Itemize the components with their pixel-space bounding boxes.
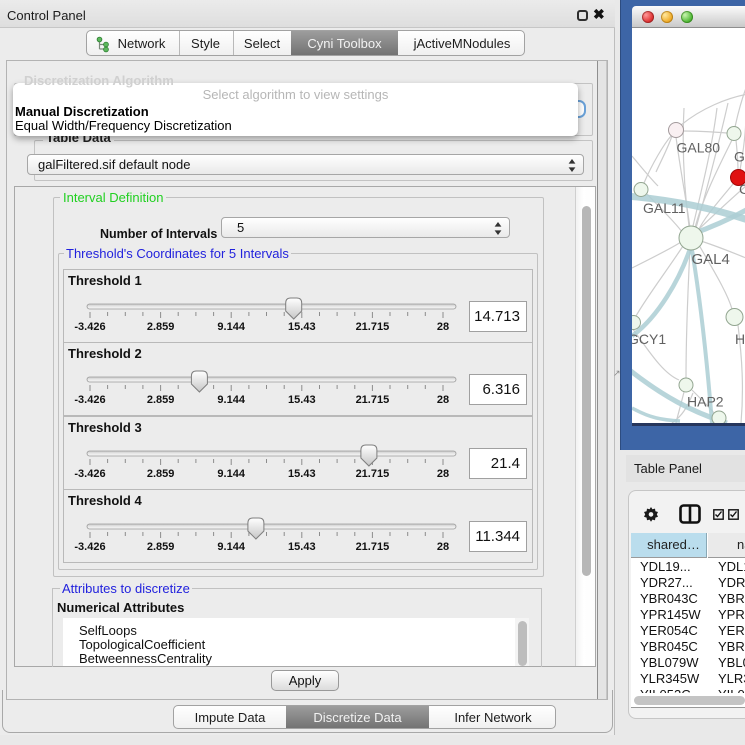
svg-text:28: 28 (437, 321, 449, 333)
svg-text:-3.426: -3.426 (74, 468, 105, 480)
svg-text:GAL11: GAL11 (643, 200, 686, 216)
svg-text:9.144: 9.144 (217, 468, 245, 480)
svg-text:Threshold 3: Threshold 3 (68, 420, 142, 435)
svg-text:9.144: 9.144 (217, 541, 245, 553)
svg-text:GAL4: GAL4 (692, 251, 730, 268)
svg-text:Threshold 1: Threshold 1 (68, 273, 142, 288)
svg-text:15.43: 15.43 (288, 468, 316, 480)
svg-text:15.43: 15.43 (288, 394, 316, 406)
svg-text:28: 28 (437, 468, 449, 480)
svg-text:9.144: 9.144 (217, 321, 245, 333)
svg-text:GAL80: GAL80 (677, 140, 721, 156)
svg-text:15.43: 15.43 (288, 541, 316, 553)
svg-text:Threshold 4: Threshold 4 (68, 493, 142, 508)
svg-text:GCY1: GCY1 (632, 331, 666, 347)
svg-text:GAL: GAL (734, 149, 745, 165)
svg-text:2.859: 2.859 (147, 468, 175, 480)
svg-text:21.715: 21.715 (356, 468, 390, 480)
svg-text:-3.426: -3.426 (74, 541, 105, 553)
svg-text:-3.426: -3.426 (74, 394, 105, 406)
svg-text:2.859: 2.859 (147, 394, 175, 406)
svg-text:21.715: 21.715 (356, 321, 390, 333)
svg-text:-3.426: -3.426 (74, 321, 105, 333)
svg-text:Threshold 2: Threshold 2 (68, 346, 142, 361)
svg-text:21.715: 21.715 (356, 394, 390, 406)
svg-text:15.43: 15.43 (288, 321, 316, 333)
svg-text:2.859: 2.859 (147, 541, 175, 553)
svg-text:9.144: 9.144 (217, 394, 245, 406)
svg-text:28: 28 (437, 394, 449, 406)
svg-text:21.715: 21.715 (356, 541, 390, 553)
svg-text:HI: HI (735, 331, 745, 347)
svg-text:C: C (739, 181, 745, 197)
svg-text:HAP2: HAP2 (687, 394, 724, 410)
svg-text:2.859: 2.859 (147, 321, 175, 333)
svg-text:28: 28 (437, 541, 449, 553)
